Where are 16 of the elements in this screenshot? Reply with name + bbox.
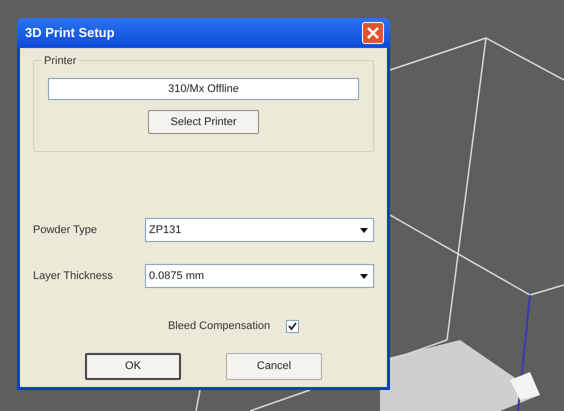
field-label: Layer Thickness bbox=[33, 268, 114, 284]
dropdown-field[interactable]: ZP131 bbox=[145, 218, 374, 242]
dropdown-value: 0.0875 mm bbox=[149, 268, 204, 284]
dialog-button[interactable]: OK bbox=[85, 352, 181, 380]
close-icon bbox=[367, 27, 379, 39]
check-icon bbox=[288, 322, 298, 331]
field-label: Powder Type bbox=[33, 222, 98, 238]
dialog-button[interactable]: Cancel bbox=[226, 352, 322, 380]
printer-field[interactable]: 310/Mx Offline bbox=[48, 78, 359, 100]
bleed-compensation-label: Bleed Compensation bbox=[168, 319, 270, 334]
dropdown-field[interactable]: 0.0875 mm bbox=[145, 264, 374, 288]
dropdown-value: ZP131 bbox=[149, 222, 182, 238]
bleed-compensation-checkbox[interactable] bbox=[286, 320, 300, 333]
select-printer-button[interactable]: Select Printer bbox=[148, 110, 259, 134]
window-title: 3D Print Setup bbox=[25, 24, 115, 42]
close-button[interactable] bbox=[362, 22, 384, 44]
